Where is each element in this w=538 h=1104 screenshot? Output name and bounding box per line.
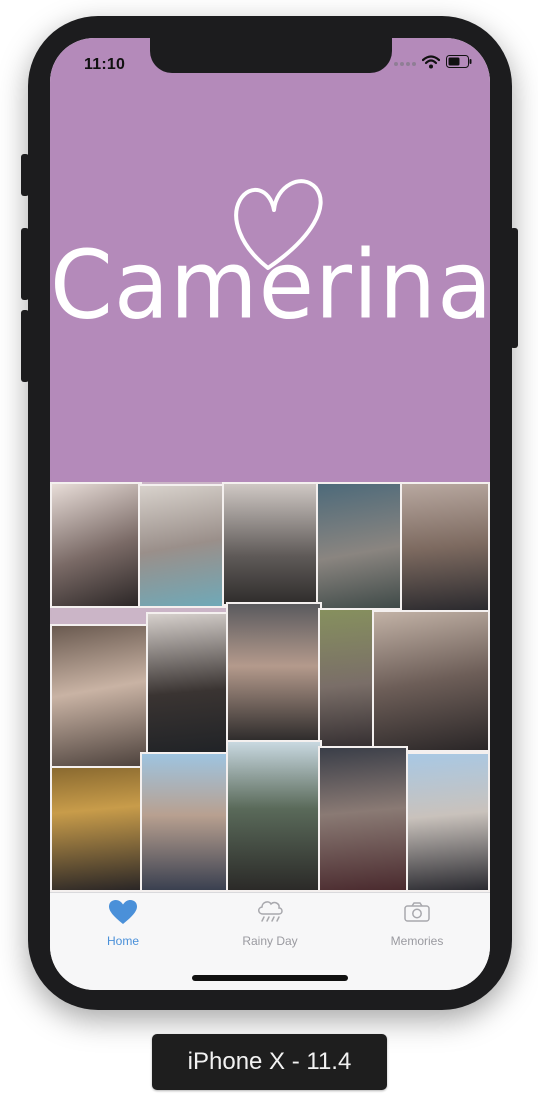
- collage-photo: [316, 482, 404, 610]
- collage-photo: [318, 746, 408, 892]
- photo-collage: [50, 482, 490, 892]
- tab-home-label: Home: [106, 934, 139, 948]
- wifi-icon: [421, 54, 441, 74]
- hero-banner: 11:10 Camerina: [50, 38, 490, 482]
- status-time: 11:10: [84, 56, 126, 73]
- collage-photo: [138, 484, 228, 608]
- side-switch: [21, 154, 29, 196]
- collage-photo: [50, 482, 142, 608]
- tab-rainy-day-label: Rainy Day: [242, 934, 298, 948]
- simulator-device-label: iPhone X - 11.4: [152, 1034, 387, 1090]
- collage-photo: [140, 752, 230, 892]
- collage-photo: [318, 608, 376, 748]
- collage-photo: [372, 610, 490, 752]
- tab-memories[interactable]: Memories: [344, 899, 490, 948]
- home-indicator[interactable]: [192, 975, 348, 981]
- app-title: Camerina: [50, 230, 490, 341]
- volume-down-button: [21, 310, 29, 382]
- battery-icon: [446, 55, 472, 73]
- heart-icon: [109, 900, 137, 924]
- collage-photo: [400, 482, 490, 612]
- volume-up-button: [21, 228, 29, 300]
- tab-bar: Home Rainy Day Memories: [50, 892, 490, 990]
- cellular-signal-icon: [394, 62, 416, 66]
- status-icons: [394, 54, 472, 74]
- tab-memories-label: Memories: [390, 934, 444, 948]
- notch: [150, 38, 392, 73]
- collage-photo: [50, 624, 150, 770]
- collage-photo: [226, 740, 322, 892]
- camera-icon: [404, 902, 430, 922]
- collage-photo: [406, 752, 490, 892]
- collage-photo: [146, 612, 228, 758]
- tab-home[interactable]: Home: [50, 899, 196, 948]
- power-button: [510, 228, 518, 348]
- collage-photo: [222, 482, 318, 606]
- collage-photo: [50, 766, 144, 892]
- rain-cloud-icon: [258, 901, 283, 922]
- tab-rainy-day[interactable]: Rainy Day: [197, 899, 343, 948]
- collage-photo: [226, 602, 322, 744]
- device-screen: 11:10 Camerina Home Rainy Day Memories: [50, 38, 490, 990]
